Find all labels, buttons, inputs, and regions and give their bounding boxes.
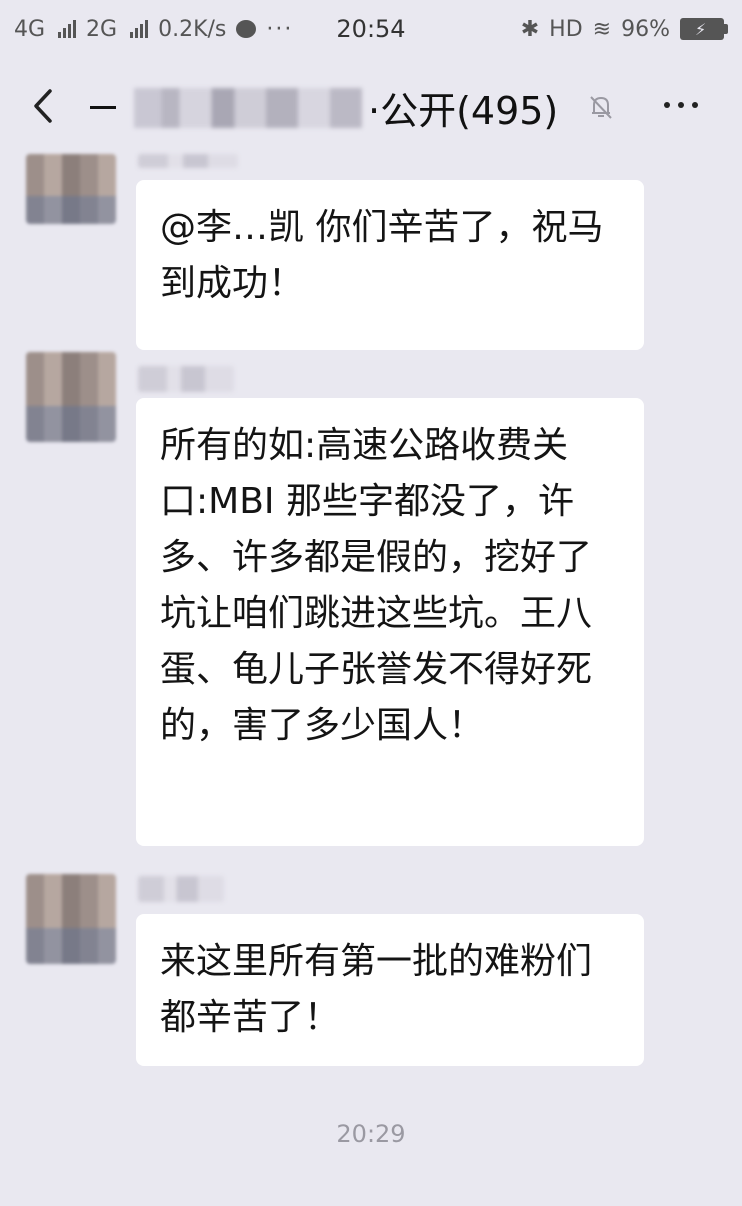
message-timestamp: 20:29	[336, 1120, 406, 1148]
message-bubble[interactable]: @李…凯 你们辛苦了，祝马到成功！	[136, 180, 644, 350]
network-2g: 2G	[86, 16, 118, 42]
group-title[interactable]: ·公开(495)	[90, 80, 558, 135]
sender-name	[138, 876, 224, 902]
group-title-suffix: ·公开(495)	[368, 89, 559, 133]
message-text: 来这里所有第一批的难粉们都辛苦了！	[160, 941, 593, 1038]
wifi-icon: ≋	[592, 16, 612, 42]
sender-name	[138, 154, 238, 168]
message-list[interactable]: @李…凯 你们辛苦了，祝马到成功！ 所有的如:高速公路收费关口:MBI 那些字都…	[0, 154, 742, 1206]
message-bubble[interactable]: 来这里所有第一批的难粉们都辛苦了！	[136, 914, 644, 1066]
network-4g: 4G	[14, 16, 46, 42]
more-notifications: ···	[266, 16, 294, 42]
avatar[interactable]	[26, 874, 116, 964]
avatar[interactable]	[26, 352, 116, 442]
avatar[interactable]	[26, 154, 116, 224]
bluetooth-icon: ✱	[520, 16, 540, 42]
title-dash	[90, 106, 116, 109]
message-text: @李…凯 你们辛苦了，祝马到成功！	[160, 207, 604, 304]
battery-icon: ⚡	[680, 18, 728, 40]
chat-header: ·公开(495)	[0, 58, 742, 154]
signal-icon	[58, 20, 77, 38]
status-right: ✱ HD ≋ 96% ⚡	[521, 17, 728, 42]
message-bubble[interactable]: 所有的如:高速公路收费关口:MBI 那些字都没了，许多、许多都是假的，挖好了坑让…	[136, 398, 644, 846]
sender-name	[138, 366, 234, 392]
status-bar: 4G 2G 0.2K/s ··· 20:54 ✱ HD ≋ 96% ⚡	[0, 0, 742, 58]
message-text: 所有的如:高速公路收费关口:MBI 那些字都没了，许多、许多都是假的，挖好了坑让…	[160, 425, 593, 746]
network-speed: 0.2K/s	[158, 16, 227, 42]
message-notification-icon	[236, 20, 257, 38]
signal-icon-2	[130, 20, 149, 38]
more-dots-icon[interactable]	[664, 102, 698, 108]
hd-indicator: HD	[549, 16, 583, 42]
status-left: 4G 2G 0.2K/s ···	[14, 17, 293, 42]
battery-percent: 96%	[621, 16, 670, 42]
bell-off-icon	[590, 96, 612, 119]
blurred-group-name	[134, 87, 362, 128]
chevron-left-icon[interactable]	[28, 88, 60, 124]
